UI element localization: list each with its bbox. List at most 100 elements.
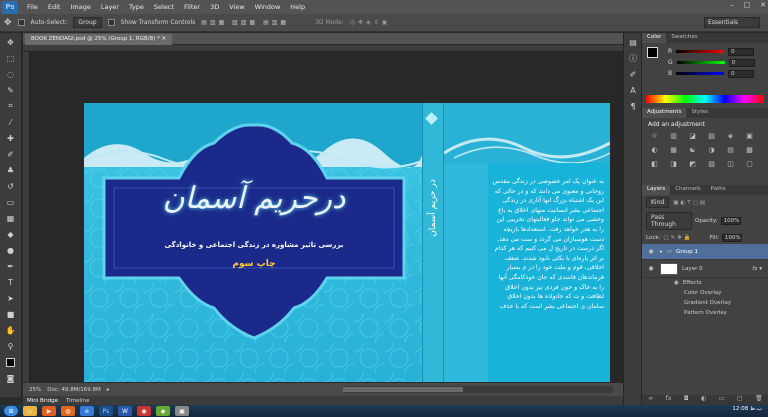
character-panel-icon[interactable]: A [624, 83, 642, 97]
brush-panel-icon[interactable]: ✐ [624, 67, 642, 81]
threshold-icon[interactable]: ◨ [667, 160, 680, 171]
document-tab[interactable]: BOOK ZENDAGI.psd @ 25% (Group 1, RGB/8) … [25, 34, 173, 45]
tab-channels[interactable]: Channels [670, 185, 705, 195]
opacity-field[interactable]: 100% [720, 217, 741, 225]
menu-type[interactable]: Type [124, 3, 149, 11]
pen-tool-icon[interactable]: ✒ [2, 259, 20, 273]
minimize-icon[interactable]: – [730, 1, 734, 9]
invert-icon[interactable]: ▩ [743, 146, 756, 157]
foreground-background-swatch-icon[interactable] [2, 355, 20, 369]
effect-gradient-overlay[interactable]: Gradient Overlay [642, 298, 768, 308]
vibrance-icon[interactable]: ◈ [724, 132, 737, 143]
history-brush-tool-icon[interactable]: ↺ [2, 179, 20, 193]
new-group-icon[interactable]: ▭ [719, 395, 725, 405]
paragraph-panel-icon[interactable]: ¶ [624, 99, 642, 113]
eyedropper-tool-icon[interactable]: ⁄ [2, 115, 20, 129]
new-layer-icon[interactable]: ▢ [737, 395, 743, 405]
tab-mini-bridge[interactable]: Mini Bridge [27, 398, 58, 404]
selective-color-icon[interactable]: ◩ [686, 160, 699, 171]
align-icons[interactable]: ▤▥▦ ▧▨▩ ▤▥▦ [201, 19, 289, 26]
visibility-eye-icon[interactable]: ◉ [646, 265, 656, 272]
maximize-icon[interactable]: □ [744, 1, 751, 9]
menu-select[interactable]: Select [149, 3, 179, 11]
menu-layer[interactable]: Layer [96, 3, 124, 11]
tab-adjustments[interactable]: Adjustments [642, 108, 687, 118]
add-style-icon[interactable]: fx [666, 395, 672, 405]
app-icon[interactable]: ◆ [156, 406, 170, 416]
menu-3d[interactable]: 3D [205, 3, 224, 11]
app-icon[interactable]: ◉ [137, 406, 151, 416]
tab-paths[interactable]: Paths [706, 185, 731, 195]
lock-icons[interactable]: ▢✎✥🔒 [663, 235, 692, 241]
color-lookup-icon[interactable]: ▤ [724, 146, 737, 157]
foreground-color-swatch[interactable] [647, 47, 658, 58]
eraser-tool-icon[interactable]: ▭ [2, 195, 20, 209]
expand-arrow-icon[interactable]: ▸ [660, 249, 663, 255]
tab-styles[interactable]: Styles [686, 108, 713, 118]
tab-swatches[interactable]: Swatches [666, 33, 702, 43]
black-white-icon[interactable]: ▦ [667, 146, 680, 157]
blur-tool-icon[interactable]: ◆ [2, 227, 20, 241]
zoom-level[interactable]: 25% [29, 387, 41, 393]
marquee-tool-icon[interactable]: ⬚ [2, 51, 20, 65]
hue-saturation-icon[interactable]: ▣ [743, 132, 756, 143]
gradient-map-icon[interactable]: ▧ [705, 160, 718, 171]
effect-pattern-overlay[interactable]: Pattern Overlay [642, 308, 768, 318]
auto-select-dropdown[interactable]: Group [73, 17, 102, 28]
menu-view[interactable]: View [224, 3, 249, 11]
close-tab-icon[interactable]: ✕ [162, 36, 167, 42]
clock[interactable]: 12:08 ب.ظ [732, 406, 762, 412]
color-spectrum-bar[interactable] [646, 95, 764, 103]
lasso-tool-icon[interactable]: ◌ [2, 67, 20, 81]
posterize-icon[interactable]: ◧ [648, 160, 661, 171]
hand-tool-icon[interactable]: ✋ [2, 323, 20, 337]
filter-icons[interactable]: ▣◐T▢▤ [673, 200, 707, 206]
tab-color[interactable]: Color [642, 33, 667, 43]
status-menu-arrow-icon[interactable]: ▸ [107, 387, 110, 393]
book-cover-document[interactable]: درحریم آسمان بررسی تاثیر مشاوره در زندگی… [84, 103, 610, 382]
app-icon[interactable]: ▣ [175, 406, 189, 416]
horizontal-scrollbar[interactable] [343, 386, 613, 393]
zoom-tool-icon[interactable]: ⚲ [2, 339, 20, 353]
delete-layer-icon[interactable]: 🗑 [755, 395, 763, 405]
red-value-field[interactable]: 0 [728, 47, 755, 56]
visibility-eye-icon[interactable]: ◉ [646, 248, 656, 255]
effect-color-overlay[interactable]: Color Overlay [642, 288, 768, 298]
link-layers-icon[interactable]: ∞ [648, 395, 653, 405]
shape-tool-icon[interactable]: ■ [2, 307, 20, 321]
new-adjustment-icon[interactable]: ◐ [701, 395, 706, 405]
transform-controls-checkbox[interactable] [107, 19, 115, 26]
type-tool-icon[interactable]: T [2, 275, 20, 289]
word-icon[interactable]: W [118, 406, 132, 416]
gradient-tool-icon[interactable]: ▦ [2, 211, 20, 225]
quick-mask-icon[interactable]: ◙ [2, 371, 20, 385]
close-icon[interactable]: ✕ [760, 1, 766, 9]
fx-icon[interactable]: fx ▾ [752, 266, 762, 272]
ie-icon[interactable]: e [80, 406, 94, 416]
channel-mixer-icon[interactable]: ◑ [705, 146, 718, 157]
red-channel-row[interactable]: R 0 [642, 46, 768, 57]
visibility-eye-icon[interactable]: ◉ [674, 280, 679, 286]
exposure-icon[interactable]: ▨ [705, 132, 718, 143]
clone-stamp-tool-icon[interactable]: ♣ [2, 163, 20, 177]
levels-icon[interactable]: ▥ [667, 132, 680, 143]
blue-value-field[interactable]: 0 [728, 69, 755, 78]
tab-layers[interactable]: Layers [642, 185, 671, 195]
color-balance-icon[interactable]: ◐ [648, 146, 661, 157]
menu-filter[interactable]: Filter [179, 3, 205, 11]
layer-row-layer0[interactable]: ◉ Layer 0 fx ▾ [642, 260, 768, 278]
menu-window[interactable]: Window [250, 3, 286, 11]
add-mask-icon[interactable]: ◘ [684, 395, 689, 405]
blend-mode-dropdown[interactable]: Pass Through [646, 212, 692, 230]
workspace-dropdown[interactable]: Essentials [704, 17, 760, 28]
healing-brush-tool-icon[interactable]: ✚ [2, 131, 20, 145]
curves-icon[interactable]: ◪ [686, 132, 699, 143]
explorer-icon[interactable]: ▭ [23, 406, 37, 416]
crop-tool-icon[interactable]: ⌗ [2, 99, 20, 113]
firefox-icon[interactable]: ◍ [61, 406, 75, 416]
shadows-highlights-icon[interactable]: ◫ [724, 160, 737, 171]
photoshop-taskbar-icon[interactable]: Ps [99, 406, 113, 416]
properties-panel-icon[interactable]: ⓘ [624, 51, 642, 65]
menu-file[interactable]: File [22, 3, 43, 11]
green-value-field[interactable]: 0 [728, 58, 755, 67]
